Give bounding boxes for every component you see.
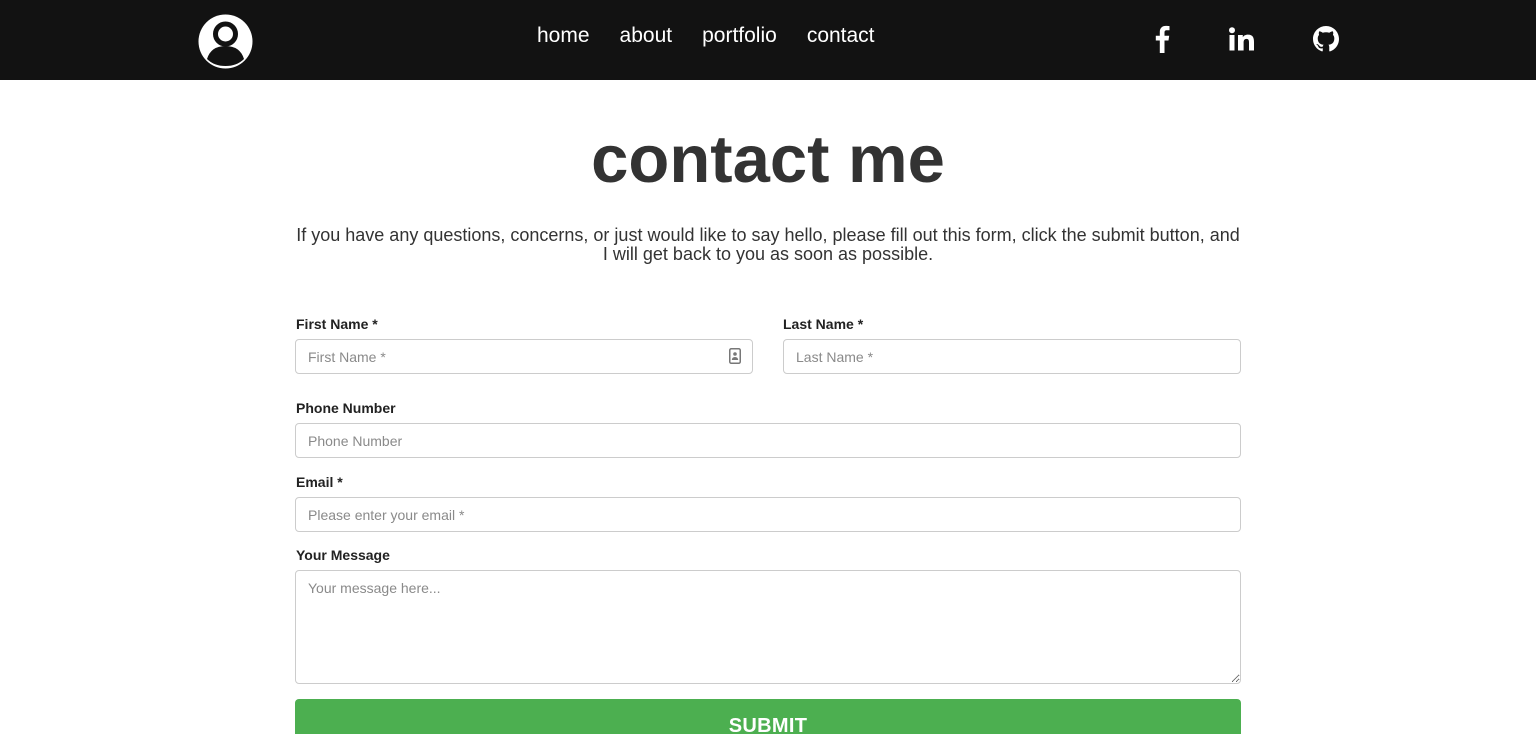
email-input[interactable]	[295, 497, 1241, 532]
page-title: contact me	[591, 122, 945, 197]
nav-link-home[interactable]: home	[537, 22, 590, 50]
nav-link-portfolio[interactable]: portfolio	[702, 22, 777, 50]
phone-label: Phone Number	[296, 400, 396, 416]
top-navbar: home about portfolio contact	[0, 0, 1536, 80]
phone-input[interactable]	[295, 423, 1241, 458]
first-name-input[interactable]	[295, 339, 753, 374]
github-link[interactable]	[1311, 24, 1341, 54]
github-icon	[1313, 26, 1339, 52]
intro-text: If you have any questions, concerns, or …	[296, 225, 1240, 264]
facebook-icon	[1155, 25, 1170, 53]
linkedin-icon	[1229, 27, 1254, 51]
submit-button[interactable]: SUBMIT	[295, 699, 1241, 734]
facebook-link[interactable]	[1147, 24, 1177, 54]
user-avatar-logo[interactable]	[197, 13, 254, 70]
message-textarea[interactable]	[295, 570, 1241, 684]
message-label: Your Message	[296, 547, 390, 563]
last-name-label: Last Name *	[783, 316, 864, 332]
first-name-label: First Name *	[296, 316, 378, 332]
last-name-input[interactable]	[783, 339, 1241, 374]
autofill-contact-icon[interactable]	[729, 348, 741, 364]
email-label: Email *	[296, 474, 343, 490]
user-icon	[198, 14, 253, 69]
main-nav: home about portfolio contact	[537, 22, 875, 50]
nav-link-about[interactable]: about	[620, 22, 673, 50]
nav-link-contact[interactable]: contact	[807, 22, 875, 50]
linkedin-link[interactable]	[1227, 24, 1257, 54]
